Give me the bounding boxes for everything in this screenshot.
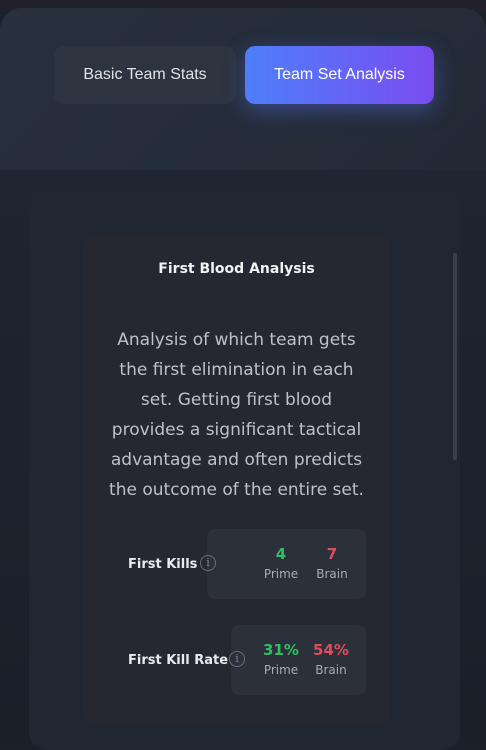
card-description: Analysis of which team gets the first el… <box>109 330 364 500</box>
content-panel: First Blood Analysis Analysis of which t… <box>29 190 460 750</box>
first-kill-rate-label: First Kill Rate <box>128 653 229 668</box>
info-icon[interactable]: i <box>200 555 216 571</box>
tab-team-set-analysis[interactable]: Team Set Analysis <box>245 46 434 104</box>
prime-first-kill-rate-label: Prime <box>263 663 299 677</box>
stat-row-first-kills: 4 Prime 7 Brain First Kills i <box>103 529 366 599</box>
stat-box-first-kill-rate: 31% Prime 54% Brain <box>231 625 366 695</box>
prime-first-kills-label: Prime <box>263 567 299 581</box>
tab-bar: Basic Team Stats Team Set Analysis <box>0 8 486 170</box>
stat-box-first-kills: 4 Prime 7 Brain <box>207 529 366 599</box>
brain-first-kills-value: 7 <box>326 545 338 563</box>
stat-row-first-kill-rate: 31% Prime 54% Brain First Kill Rate i <box>103 625 366 695</box>
prime-first-kills-value: 4 <box>275 545 287 563</box>
tab-basic-team-stats[interactable]: Basic Team Stats <box>54 46 236 104</box>
brain-first-kills-label: Brain <box>316 567 348 581</box>
prime-first-kill-rate-value: 31% <box>263 641 299 659</box>
scrollbar[interactable] <box>453 253 457 460</box>
first-blood-card: First Blood Analysis Analysis of which t… <box>83 235 390 725</box>
brain-first-kill-rate-value: 54% <box>313 641 349 659</box>
card-title: First Blood Analysis <box>158 261 315 277</box>
info-icon[interactable]: i <box>229 651 245 667</box>
brain-first-kill-rate-label: Brain <box>315 663 347 677</box>
first-kills-label: First Kills <box>128 557 198 572</box>
